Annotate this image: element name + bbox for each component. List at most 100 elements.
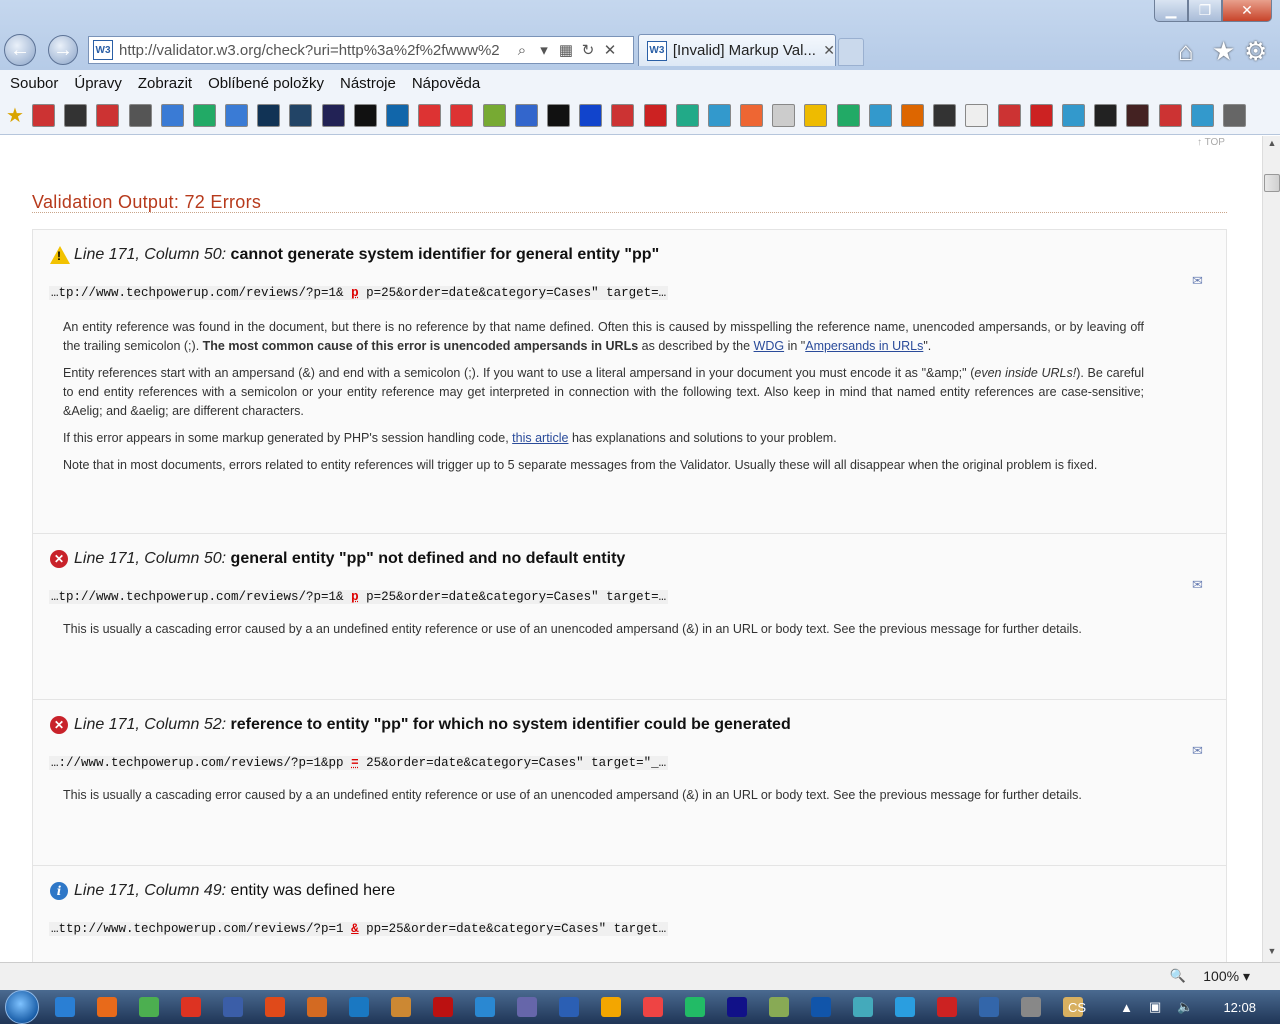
favorite-link-icon[interactable] xyxy=(1061,103,1085,127)
favorite-link-icon[interactable] xyxy=(611,103,635,127)
feedback-mail-icon[interactable]: ✉ xyxy=(1192,273,1203,289)
taskbar-app-button[interactable] xyxy=(1010,991,1052,1023)
taskbar-app-button[interactable] xyxy=(842,991,884,1023)
start-button[interactable] xyxy=(0,990,44,1024)
favorite-link-icon[interactable] xyxy=(1158,103,1182,127)
taskbar-app-button[interactable] xyxy=(380,991,422,1023)
volume-icon[interactable]: 🔈 xyxy=(1177,999,1193,1015)
compatibility-view-icon[interactable]: ▦ xyxy=(555,41,577,59)
vertical-scrollbar[interactable]: ▲ ▼ xyxy=(1262,136,1280,962)
add-favorite-star-icon[interactable]: ★ xyxy=(6,103,24,128)
favorite-link-icon[interactable] xyxy=(257,103,281,127)
minimize-button[interactable]: ▁ xyxy=(1154,0,1188,22)
favorite-link-icon[interactable] xyxy=(1094,103,1118,127)
restore-button[interactable]: ❐ xyxy=(1188,0,1222,22)
taskbar-app-button[interactable] xyxy=(590,991,632,1023)
favorite-link-icon[interactable] xyxy=(1222,103,1246,127)
favorite-link-icon[interactable] xyxy=(1190,103,1214,127)
favorite-link-icon[interactable] xyxy=(868,103,892,127)
network-icon[interactable]: ▣ xyxy=(1149,999,1161,1015)
menu-napoveda[interactable]: Nápověda xyxy=(412,75,480,92)
favorite-link-icon[interactable] xyxy=(31,103,55,127)
taskbar-app-button[interactable] xyxy=(926,991,968,1023)
refresh-icon[interactable]: ↻ xyxy=(577,41,599,59)
favorite-link-icon[interactable] xyxy=(643,103,667,127)
zoom-icon[interactable]: 🔍 xyxy=(1170,968,1186,984)
stop-icon[interactable]: ✕ xyxy=(599,41,621,59)
favorite-link-icon[interactable] xyxy=(192,103,216,127)
new-tab-button[interactable] xyxy=(838,38,864,66)
favorite-link-icon[interactable] xyxy=(386,103,409,127)
ampersands-link[interactable]: Ampersands in URLs xyxy=(805,339,923,353)
favorite-link-icon[interactable] xyxy=(418,103,442,127)
language-indicator[interactable]: CS xyxy=(1068,1000,1086,1015)
taskbar-app-button[interactable] xyxy=(212,991,254,1023)
url-text[interactable]: http://validator.w3.org/check?uri=http%3… xyxy=(119,42,511,59)
favorite-link-icon[interactable] xyxy=(901,103,924,127)
taskbar-app-button[interactable] xyxy=(296,991,338,1023)
taskbar-app-button[interactable] xyxy=(968,991,1010,1023)
scroll-up-arrow-icon[interactable]: ▲ xyxy=(1265,138,1279,152)
taskbar-app-button[interactable] xyxy=(464,991,506,1023)
menu-zobrazit[interactable]: Zobrazit xyxy=(138,75,192,92)
back-button[interactable]: ← xyxy=(4,34,36,66)
taskbar-app-button[interactable] xyxy=(170,991,212,1023)
taskbar-app-button[interactable] xyxy=(758,991,800,1023)
favorites-star-icon[interactable]: ★ xyxy=(1212,36,1235,67)
favorite-link-icon[interactable] xyxy=(450,103,474,127)
favorite-link-icon[interactable] xyxy=(740,103,764,127)
taskbar-app-button[interactable] xyxy=(422,991,464,1023)
close-tab-icon[interactable]: ✕ xyxy=(823,42,835,59)
taskbar-app-button[interactable] xyxy=(338,991,380,1023)
taskbar-app-button[interactable] xyxy=(674,991,716,1023)
favorite-link-icon[interactable] xyxy=(579,103,603,127)
zoom-level[interactable]: 100% ▾ xyxy=(1203,968,1250,985)
favorite-link-icon[interactable] xyxy=(772,103,796,127)
taskbar-app-button[interactable] xyxy=(86,991,128,1023)
favorite-link-icon[interactable] xyxy=(482,103,506,127)
favorite-link-icon[interactable] xyxy=(289,103,313,127)
clock[interactable]: 12:08 xyxy=(1223,1000,1256,1015)
favorite-link-icon[interactable] xyxy=(675,103,699,127)
taskbar-app-button[interactable] xyxy=(548,991,590,1023)
taskbar-app-button[interactable] xyxy=(716,991,758,1023)
favorite-link-icon[interactable] xyxy=(546,103,570,127)
favorite-link-icon[interactable] xyxy=(96,103,120,127)
favorite-link-icon[interactable] xyxy=(707,103,731,127)
taskbar-app-button[interactable] xyxy=(254,991,296,1023)
feedback-mail-icon[interactable]: ✉ xyxy=(1192,743,1203,759)
scroll-down-arrow-icon[interactable]: ▼ xyxy=(1265,946,1279,960)
favorite-link-icon[interactable] xyxy=(1029,103,1053,127)
home-icon[interactable]: ⌂ xyxy=(1178,36,1194,67)
menu-oblibene[interactable]: Oblíbené položky xyxy=(208,75,324,92)
tools-gear-icon[interactable]: ⚙ xyxy=(1244,36,1267,67)
show-hidden-icons-icon[interactable]: ▲ xyxy=(1120,1000,1133,1015)
search-icon[interactable]: ⌕ xyxy=(511,42,533,59)
favorite-link-icon[interactable] xyxy=(997,103,1021,127)
close-window-button[interactable]: ✕ xyxy=(1222,0,1272,22)
favorite-link-icon[interactable] xyxy=(804,103,828,127)
favorite-link-icon[interactable] xyxy=(965,103,989,127)
tab-validator[interactable]: W3 [Invalid] Markup Val... ✕ xyxy=(638,34,836,66)
top-link[interactable]: ↑ TOP xyxy=(1197,137,1225,148)
favorite-link-icon[interactable] xyxy=(836,103,860,127)
favorite-link-icon[interactable] xyxy=(225,103,249,127)
taskbar-app-button[interactable] xyxy=(800,991,842,1023)
menu-soubor[interactable]: Soubor xyxy=(10,75,58,92)
menu-upravy[interactable]: Úpravy xyxy=(74,75,122,92)
dropdown-icon[interactable]: ▾ xyxy=(533,41,555,59)
scroll-thumb[interactable] xyxy=(1264,174,1280,192)
favorite-link-icon[interactable] xyxy=(353,103,377,127)
taskbar-app-button[interactable] xyxy=(506,991,548,1023)
article-link[interactable]: this article xyxy=(512,431,568,445)
taskbar-app-button[interactable] xyxy=(632,991,674,1023)
taskbar-app-button[interactable] xyxy=(884,991,926,1023)
favorite-link-icon[interactable] xyxy=(514,103,538,127)
address-bar[interactable]: W3 http://validator.w3.org/check?uri=htt… xyxy=(88,36,634,64)
menu-nastroje[interactable]: Nástroje xyxy=(340,75,396,92)
favorite-link-icon[interactable] xyxy=(160,103,184,127)
favorite-link-icon[interactable] xyxy=(933,103,957,127)
feedback-mail-icon[interactable]: ✉ xyxy=(1192,577,1203,593)
forward-button[interactable]: → xyxy=(48,35,78,65)
favorite-link-icon[interactable] xyxy=(64,103,88,127)
